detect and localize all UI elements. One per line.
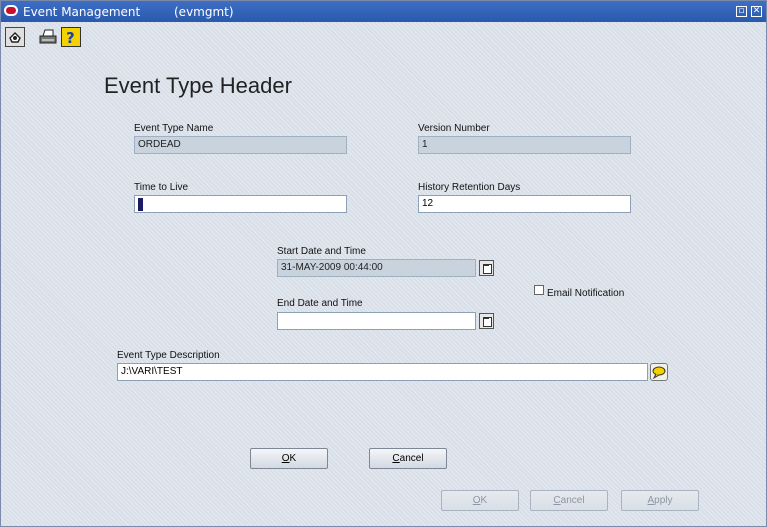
apply-button[interactable]: Apply: [621, 490, 699, 511]
version-number-field: 1: [418, 136, 631, 154]
window-title: Event Management: [23, 5, 141, 19]
time-to-live-label: Time to Live: [134, 182, 189, 193]
help-icon[interactable]: ?: [61, 27, 81, 47]
print-icon[interactable]: [38, 27, 58, 47]
end-date-calendar-icon[interactable]: [479, 313, 494, 329]
page-title: Event Type Header: [104, 73, 292, 98]
start-date-time-label: Start Date and Time: [277, 246, 366, 257]
window-ok-button[interactable]: OK: [441, 490, 519, 511]
event-type-name-label: Event Type Name: [134, 123, 214, 134]
cancel-button[interactable]: Cancel: [369, 448, 447, 469]
svg-text:?: ?: [66, 29, 75, 46]
time-to-live-input[interactable]: 1: [134, 195, 347, 213]
history-retention-days-input[interactable]: 12: [418, 195, 631, 213]
restore-icon[interactable]: ▫: [736, 6, 747, 17]
event-type-name-field: ORDEAD: [134, 136, 347, 154]
text-cursor: [138, 198, 143, 211]
title-bar: Event Management (evmgmt) ▫ ✕: [1, 1, 766, 22]
start-date-calendar-icon[interactable]: [479, 260, 494, 276]
event-type-description-input[interactable]: J:\VARI\TEST: [117, 363, 648, 381]
close-icon[interactable]: ✕: [751, 6, 762, 17]
email-notification-checkbox[interactable]: [534, 285, 544, 295]
version-number-label: Version Number: [418, 123, 490, 134]
app-logo-icon: [4, 5, 18, 16]
speech-bubble-icon[interactable]: [650, 363, 668, 381]
email-notification-label: Email Notification: [547, 288, 625, 299]
end-date-time-label: End Date and Time: [277, 298, 363, 309]
window-subtitle: (evmgmt): [174, 5, 234, 19]
history-retention-days-label: History Retention Days: [418, 182, 521, 193]
exit-icon[interactable]: [5, 27, 25, 47]
event-type-description-label: Event Type Description: [117, 350, 220, 361]
start-date-time-field: 31-MAY-2009 00:44:00: [277, 259, 476, 277]
ok-button[interactable]: OK: [250, 448, 328, 469]
end-date-time-input[interactable]: [277, 312, 476, 330]
toolbar: ?: [1, 22, 766, 50]
window-cancel-button[interactable]: Cancel: [530, 490, 608, 511]
application-window: Event Management (evmgmt) ▫ ✕ ? Event Ty…: [0, 0, 767, 527]
